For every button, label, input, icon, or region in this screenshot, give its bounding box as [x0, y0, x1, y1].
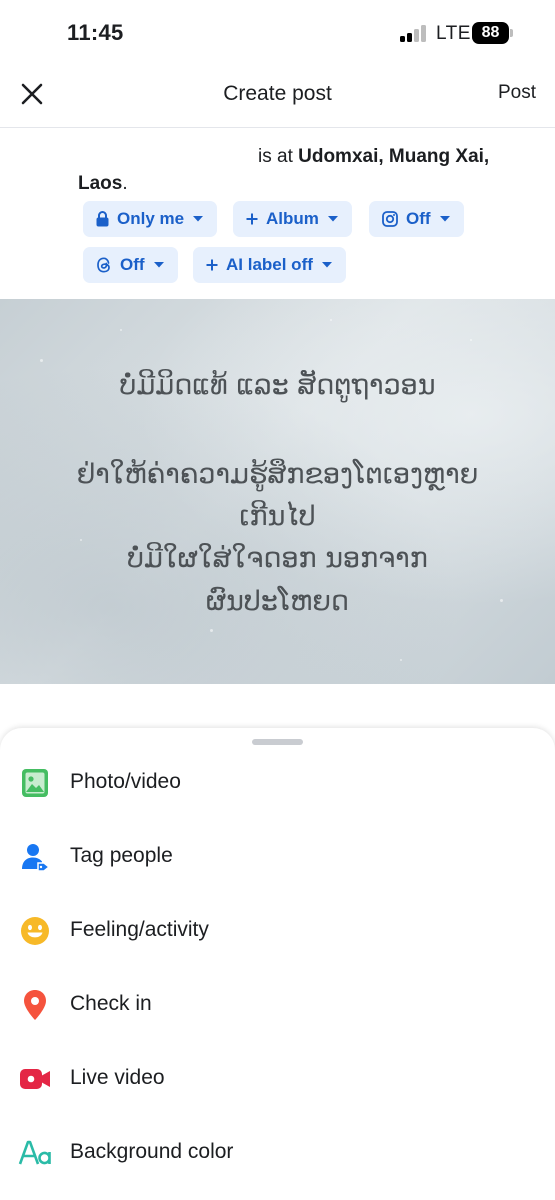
sheet-item-label: Check in: [70, 992, 152, 1015]
sheet-item-live-video[interactable]: Live video: [0, 1048, 555, 1108]
sheet-item-tag-people[interactable]: Tag people: [0, 826, 555, 886]
tag-people-icon: [18, 840, 52, 874]
post-text-line: ເກີນໄປ: [239, 501, 316, 532]
caret-down-icon: [439, 216, 450, 222]
post-button[interactable]: Post: [498, 82, 536, 104]
location-suffix: .: [122, 173, 128, 194]
smiley-icon: [18, 914, 52, 948]
photo-icon: [18, 766, 52, 800]
post-text-line: ບໍ່ມີໃຜໃສ່ໃຈດອກ ນອກຈາກ: [127, 543, 428, 574]
threads-share-toggle[interactable]: Off: [83, 247, 178, 283]
page-title: Create post: [223, 82, 332, 105]
instagram-label: Off: [406, 209, 431, 228]
instagram-share-toggle[interactable]: Off: [369, 201, 464, 237]
post-text-background[interactable]: ບໍ່ມີມິດແທ້ ແລະ ສັດຕູຖາວອນ ຢ່າໃຫ້ຄ່າຄວາມ…: [0, 299, 555, 684]
post-text-line: ຜົນປະໂຫຍດ: [205, 586, 349, 617]
plus-icon: [206, 259, 218, 271]
author-location-line: is at Udomxai, Muang Xai, Laos.: [78, 143, 518, 197]
instagram-icon: [382, 211, 398, 227]
signal-strength-icon: [400, 25, 430, 42]
text-aa-icon: [18, 1136, 52, 1170]
ai-label-selector[interactable]: AI label off: [193, 247, 346, 283]
sheet-item-photo-video[interactable]: Photo/video: [0, 752, 555, 812]
lock-icon: [96, 211, 109, 227]
location-pin-icon: [18, 988, 52, 1022]
status-bar: 11:45 LTE 88: [0, 0, 555, 62]
plus-icon: [246, 213, 258, 225]
audience-label: Only me: [117, 209, 185, 228]
sheet-item-feeling-activity[interactable]: Feeling/activity: [0, 900, 555, 960]
post-text-line: ຢ່າໃຫ້ຄ່າຄວາມຮູ້ສຶກຂອງໂຕເອງຫຼາຍ: [76, 459, 479, 490]
sheet-item-label: Photo/video: [70, 770, 181, 793]
caret-down-icon: [153, 262, 164, 268]
caret-down-icon: [321, 262, 332, 268]
sheet-item-check-in[interactable]: Check in: [0, 974, 555, 1034]
video-camera-icon: [18, 1062, 52, 1096]
post-text-line: ບໍ່ມີມິດແທ້ ແລະ ສັດຕູຖາວອນ: [119, 370, 436, 401]
audience-selector[interactable]: Only me: [83, 201, 218, 237]
location-prefix: is at: [258, 146, 299, 167]
ai-label-text: AI label off: [226, 255, 313, 274]
sheet-item-label: Live video: [70, 1066, 165, 1089]
network-type: LTE: [436, 23, 471, 44]
album-selector[interactable]: Album: [233, 201, 352, 237]
sheet-item-background-color[interactable]: Background color: [0, 1122, 555, 1182]
add-to-post-sheet: Photo/video Tag people Feeling/activity: [0, 728, 555, 1200]
sheet-drag-handle[interactable]: [252, 739, 303, 745]
sheet-item-label: Background color: [70, 1140, 234, 1163]
battery-icon: 88: [472, 22, 509, 44]
close-icon: [21, 83, 43, 105]
threads-label: Off: [120, 255, 145, 274]
caret-down-icon: [327, 216, 338, 222]
status-time: 11:45: [67, 20, 124, 45]
battery-nub: [510, 29, 513, 37]
threads-icon: [97, 257, 110, 273]
sheet-item-label: Feeling/activity: [70, 918, 209, 941]
close-button[interactable]: [14, 76, 50, 112]
sheet-item-label: Tag people: [70, 844, 173, 867]
album-label: Album: [266, 209, 319, 228]
caret-down-icon: [193, 216, 204, 222]
header: Create post Post: [0, 62, 555, 128]
